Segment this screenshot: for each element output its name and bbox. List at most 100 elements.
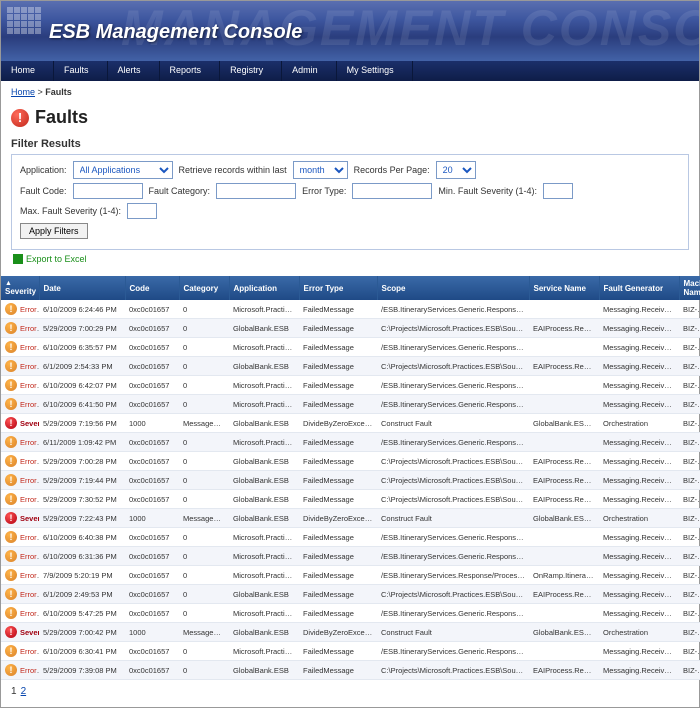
table-row[interactable]: !Error5/29/2009 7:39:08 PM0xc0c016570Glo… bbox=[1, 661, 700, 680]
cell-machine: BIZ-2K8-01 bbox=[679, 528, 700, 547]
cell-category: 0 bbox=[179, 357, 229, 376]
col-date[interactable]: Date bbox=[39, 276, 125, 300]
error-icon: ! bbox=[5, 531, 17, 543]
cell-servicename bbox=[529, 604, 599, 623]
cell-errortype: DivideByZeroException bbox=[299, 509, 377, 528]
cell-faultgen: Messaging.ReceiveLocation bbox=[599, 471, 679, 490]
col-errortype[interactable]: Error Type bbox=[299, 276, 377, 300]
errtype-input[interactable] bbox=[352, 183, 432, 199]
severity-label: Error bbox=[20, 343, 37, 352]
col-scope[interactable]: Scope bbox=[377, 276, 529, 300]
table-row[interactable]: !Error5/29/2009 7:19:44 PM0xc0c016570Glo… bbox=[1, 471, 700, 490]
table-row[interactable]: !Error6/10/2009 6:42:07 PM0xc0c016570Mic… bbox=[1, 376, 700, 395]
col-servicename[interactable]: Service Name bbox=[529, 276, 599, 300]
cell-servicename: EAIProcess.RequestPort_FILE bbox=[529, 661, 599, 680]
minsev-input[interactable] bbox=[543, 183, 573, 199]
table-row[interactable]: !Error6/10/2009 6:30:41 PM0xc0c016570Mic… bbox=[1, 642, 700, 661]
severity-label: Severe bbox=[20, 628, 39, 637]
label-faultcat: Fault Category: bbox=[149, 186, 211, 196]
error-icon: ! bbox=[5, 645, 17, 657]
nav-item-alerts[interactable]: Alerts bbox=[108, 61, 160, 81]
table-row[interactable]: !Error6/11/2009 1:09:42 PM0xc0c016570Mic… bbox=[1, 433, 700, 452]
cell-faultgen: Messaging.ReceiveLocation bbox=[599, 604, 679, 623]
table-row[interactable]: !Severe5/29/2009 7:19:56 PM1000MessageBu… bbox=[1, 414, 700, 433]
cell-scope: C:\Projects\Microsoft.Practices.ESB\Sour… bbox=[377, 661, 529, 680]
cell-category: 0 bbox=[179, 547, 229, 566]
col-machine[interactable]: Machine Name bbox=[679, 276, 700, 300]
table-row[interactable]: !Error6/10/2009 6:41:50 PM0xc0c016570Mic… bbox=[1, 395, 700, 414]
table-row[interactable]: !Error6/10/2009 6:35:57 PM0xc0c016570Mic… bbox=[1, 338, 700, 357]
cell-code: 0xc0c01657 bbox=[125, 395, 179, 414]
cell-category: 0 bbox=[179, 642, 229, 661]
severity-label: Error bbox=[20, 324, 37, 333]
cell-application: Microsoft.Practices.ESB bbox=[229, 395, 299, 414]
severity-label: Error bbox=[20, 457, 37, 466]
cell-code: 0xc0c01657 bbox=[125, 357, 179, 376]
cell-machine: BIZ-2K8-01 bbox=[679, 509, 700, 528]
table-row[interactable]: !Error5/29/2009 7:00:28 PM0xc0c016570Glo… bbox=[1, 452, 700, 471]
apply-filters-button[interactable]: Apply Filters bbox=[20, 223, 88, 239]
cell-servicename bbox=[529, 376, 599, 395]
breadcrumb-current: Faults bbox=[45, 87, 72, 97]
cell-machine: BIZ-2K8-01 bbox=[679, 642, 700, 661]
table-row[interactable]: !Error5/29/2009 7:30:52 PM0xc0c016570Glo… bbox=[1, 490, 700, 509]
cell-scope: /ESB.ItineraryServices.Generic.Response.… bbox=[377, 642, 529, 661]
table-row[interactable]: !Error6/1/2009 2:54:33 PM0xc0c016570Glob… bbox=[1, 357, 700, 376]
table-row[interactable]: !Error6/1/2009 2:49:53 PM0xc0c016570Glob… bbox=[1, 585, 700, 604]
cell-category: 0 bbox=[179, 433, 229, 452]
breadcrumb-home[interactable]: Home bbox=[11, 87, 35, 97]
application-select[interactable]: All Applications bbox=[73, 161, 173, 179]
timeframe-select[interactable]: month bbox=[293, 161, 348, 179]
cell-servicename: EAIProcess.RequestPort_FILE bbox=[529, 471, 599, 490]
nav-item-my-settings[interactable]: My Settings bbox=[337, 61, 413, 81]
cell-servicename: GlobalBank.ESB.ExceptionHandling.Process… bbox=[529, 509, 599, 528]
table-row[interactable]: !Error6/10/2009 6:40:38 PM0xc0c016570Mic… bbox=[1, 528, 700, 547]
col-category[interactable]: Category bbox=[179, 276, 229, 300]
label-errtype: Error Type: bbox=[302, 186, 346, 196]
cell-machine: BIZ-2K8-01 bbox=[679, 547, 700, 566]
faultcode-input[interactable] bbox=[73, 183, 143, 199]
nav-item-registry[interactable]: Registry bbox=[220, 61, 282, 81]
severity-label: Error bbox=[20, 647, 37, 656]
cell-date: 6/10/2009 6:30:41 PM bbox=[39, 642, 125, 661]
col-faultgen[interactable]: Fault Generator bbox=[599, 276, 679, 300]
faults-table: ▲Severity Date Code Category Application… bbox=[1, 276, 700, 680]
nav-item-home[interactable]: Home bbox=[1, 61, 54, 81]
cell-date: 5/29/2009 7:00:42 PM bbox=[39, 623, 125, 642]
cell-faultgen: Messaging.ReceiveLocation bbox=[599, 547, 679, 566]
severity-label: Error bbox=[20, 609, 37, 618]
export-to-excel-link[interactable]: Export to Excel bbox=[11, 250, 89, 268]
cell-date: 6/11/2009 1:09:42 PM bbox=[39, 433, 125, 452]
table-row[interactable]: !Severe5/29/2009 7:22:43 PM1000MessageBu… bbox=[1, 509, 700, 528]
nav-item-faults[interactable]: Faults bbox=[54, 61, 108, 81]
cell-machine: BIZ-2K8-01 bbox=[679, 471, 700, 490]
col-code[interactable]: Code bbox=[125, 276, 179, 300]
cell-machine: BIZ-2K8-01 bbox=[679, 357, 700, 376]
table-row[interactable]: !Error6/10/2009 5:47:25 PM0xc0c016570Mic… bbox=[1, 604, 700, 623]
cell-servicename bbox=[529, 395, 599, 414]
cell-faultgen: Orchestration bbox=[599, 623, 679, 642]
perpage-select[interactable]: 20 bbox=[436, 161, 476, 179]
cell-faultgen: Orchestration bbox=[599, 414, 679, 433]
cell-errortype: FailedMessage bbox=[299, 566, 377, 585]
maxsev-input[interactable] bbox=[127, 203, 157, 219]
breadcrumb: Home > Faults bbox=[1, 81, 699, 103]
error-icon: ! bbox=[5, 379, 17, 391]
cell-date: 5/29/2009 7:39:08 PM bbox=[39, 661, 125, 680]
table-row[interactable]: !Error6/10/2009 6:31:36 PM0xc0c016570Mic… bbox=[1, 547, 700, 566]
col-application[interactable]: Application bbox=[229, 276, 299, 300]
nav-item-reports[interactable]: Reports bbox=[160, 61, 221, 81]
cell-date: 5/29/2009 7:30:52 PM bbox=[39, 490, 125, 509]
excel-icon bbox=[13, 254, 23, 264]
table-row[interactable]: !Error6/10/2009 6:24:46 PM0xc0c016570Mic… bbox=[1, 300, 700, 319]
nav-item-admin[interactable]: Admin bbox=[282, 61, 337, 81]
cell-errortype: FailedMessage bbox=[299, 300, 377, 319]
cell-servicename: OnRamp.Itinerary.Response.SOAP bbox=[529, 566, 599, 585]
table-row[interactable]: !Error7/9/2009 5:20:19 PM0xc0c016570Micr… bbox=[1, 566, 700, 585]
col-severity[interactable]: ▲Severity bbox=[1, 276, 39, 300]
faultcat-input[interactable] bbox=[216, 183, 296, 199]
severity-label: Error bbox=[20, 400, 37, 409]
table-row[interactable]: !Error5/29/2009 7:00:29 PM0xc0c016570Glo… bbox=[1, 319, 700, 338]
table-row[interactable]: !Severe5/29/2009 7:00:42 PM1000MessageBu… bbox=[1, 623, 700, 642]
pager-link[interactable]: 2 bbox=[21, 686, 27, 697]
